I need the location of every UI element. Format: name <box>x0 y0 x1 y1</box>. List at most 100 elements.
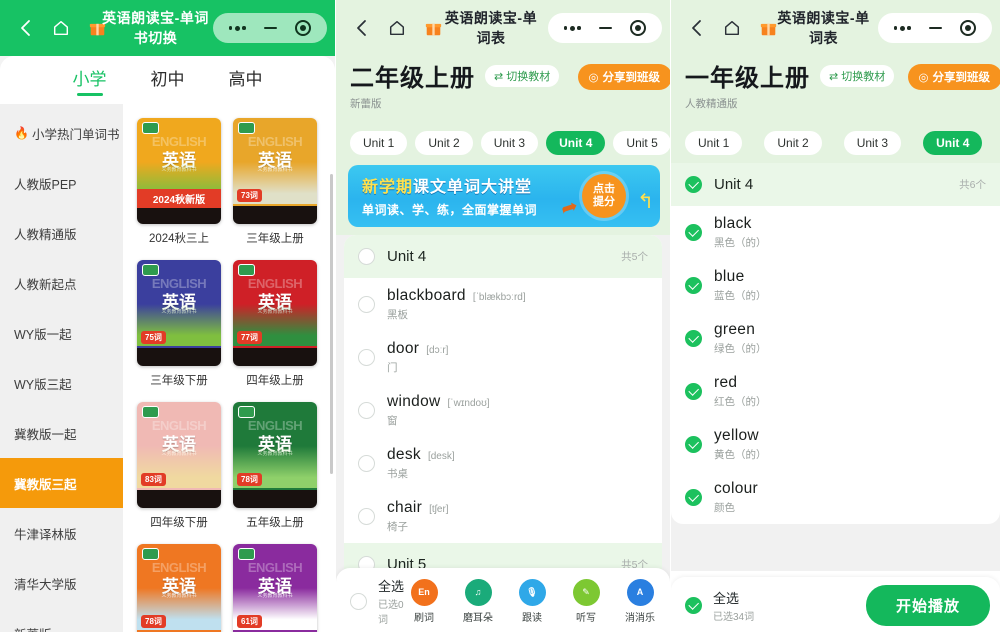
book-card[interactable]: ENGLISH英语义务教育教科书75词三年级下册 <box>137 260 221 388</box>
book-grid-scrollbar[interactable] <box>330 174 333 474</box>
home-icon[interactable] <box>386 17 408 39</box>
chevron-left-icon[interactable] <box>685 17 707 39</box>
word-checkbox[interactable] <box>685 277 702 294</box>
unit-pill-label: Unit 3 <box>493 136 526 150</box>
book-card[interactable]: ENGLISH英语义务教育教科书87词2024秋新版 2024秋三上 <box>137 118 221 246</box>
book-card[interactable]: ENGLISH英语义务教育教科书78词五年级下册 <box>137 544 221 632</box>
publisher-item-9[interactable]: 清华大学版 <box>0 558 123 608</box>
publisher-item-2[interactable]: 人教精通版 <box>0 208 123 258</box>
word-checkbox[interactable] <box>358 296 375 313</box>
target-circle-icon[interactable] <box>288 15 318 41</box>
mid-unit-pill-2[interactable]: Unit 2 <box>415 131 473 155</box>
minimize-icon[interactable] <box>590 15 620 41</box>
word-row[interactable]: black 黑色（的） <box>671 206 1000 259</box>
select-all-control[interactable]: 全选 已选0词 <box>350 576 404 626</box>
word-checkbox[interactable] <box>685 224 702 241</box>
publisher-item-6[interactable]: 冀教版一起 <box>0 408 123 458</box>
select-all-label: 全选 <box>378 579 405 594</box>
right-unit-pill-4[interactable]: Unit 4 <box>923 131 983 155</box>
mid-unit-section-header[interactable]: Unit 4 共5个 <box>344 235 662 278</box>
book-card[interactable]: ENGLISH英语义务教育教科书73词三年级上册 <box>233 118 317 246</box>
switch-textbook-button[interactable]: ⇄ 切换教材 <box>485 65 560 87</box>
unit-checkbox[interactable] <box>358 248 375 265</box>
word-phonetic: [ˈblækbɔːrd] <box>472 292 526 303</box>
publisher-item-8[interactable]: 牛津译林版 <box>0 508 123 558</box>
mid-unit-pill-5[interactable]: Unit 5 <box>613 131 670 155</box>
book-card[interactable]: ENGLISH英语义务教育教科书77词四年级上册 <box>233 260 317 388</box>
right-unit-pill-2[interactable]: Unit 2 <box>764 131 822 155</box>
select-all-checkbox[interactable] <box>685 597 702 614</box>
switch-textbook-button[interactable]: ⇄ 切换教材 <box>820 65 895 87</box>
word-checkbox[interactable] <box>358 349 375 366</box>
share-to-class-button[interactable]: ◎ 分享到班级 <box>578 64 670 90</box>
target-circle-icon[interactable] <box>953 15 983 41</box>
tab-label: 高中 <box>228 69 263 89</box>
promo-banner[interactable]: 新学期课文单词大讲堂 单词读、学、练，全面掌握单词 ➦ 点击 提分 ↰ <box>348 165 660 227</box>
word-row[interactable]: chair [tʃer] 椅子 <box>344 490 662 543</box>
tab-senior[interactable]: 高中 <box>229 65 263 96</box>
select-all-control[interactable]: 全选 已选34词 <box>685 588 754 623</box>
book-card[interactable]: ENGLISH英语义务教育教科书61词六年级上册 <box>233 544 317 632</box>
word-row[interactable]: window [ˈwɪndoʊ] 窗 <box>344 384 662 437</box>
home-icon[interactable] <box>721 17 743 39</box>
word-row[interactable]: desk [desk] 书桌 <box>344 437 662 490</box>
right-unit-pill-1[interactable]: Unit 1 <box>685 131 743 155</box>
publisher-item-0[interactable]: 🔥 小学热门单词书 <box>0 108 123 158</box>
word-checkbox[interactable] <box>358 402 375 419</box>
right-unit-pill-3[interactable]: Unit 3 <box>843 131 902 155</box>
tool-button[interactable]: 🎙 跟读 <box>512 578 552 624</box>
home-icon[interactable] <box>50 17 72 39</box>
word-checkbox[interactable] <box>358 455 375 472</box>
tool-label: 跟读 <box>522 612 542 624</box>
word-checkbox[interactable] <box>358 508 375 525</box>
word-checkbox[interactable] <box>685 383 702 400</box>
word-row[interactable]: door [dɔːr] 门 <box>344 331 662 384</box>
word-checkbox[interactable] <box>685 330 702 347</box>
publisher-item-10[interactable]: 新蕾版 <box>0 608 123 632</box>
minimize-icon[interactable] <box>255 15 285 41</box>
publisher-item-7[interactable]: 冀教版三起 <box>0 458 123 508</box>
publisher-item-3[interactable]: 人教新起点 <box>0 258 123 308</box>
word-row[interactable]: yellow 黄色（的） <box>671 418 1000 471</box>
tool-button[interactable]: ✎ 听写 <box>566 578 606 624</box>
unit-checkbox[interactable] <box>685 176 702 193</box>
publisher-label: 新蕾版 <box>14 624 52 632</box>
book-card[interactable]: ENGLISH英语义务教育教科书78词五年级上册 <box>233 402 317 530</box>
right-unit-section-header[interactable]: Unit 4 共6个 <box>671 163 1000 206</box>
book-card[interactable]: ENGLISH英语义务教育教科书83词四年级下册 <box>137 402 221 530</box>
tool-button[interactable]: A 消消乐 <box>620 578 660 624</box>
tab-primary[interactable]: 小学 <box>73 65 107 96</box>
more-dots-icon[interactable] <box>222 15 252 41</box>
target-circle-icon[interactable] <box>623 15 653 41</box>
cover-seal-icon <box>142 264 159 276</box>
publisher-item-1[interactable]: 人教版PEP <box>0 158 123 208</box>
mid-unit-pill-1[interactable]: Unit 1 <box>350 131 408 155</box>
word-checkbox[interactable] <box>685 436 702 453</box>
share-to-class-button[interactable]: ◎ 分享到班级 <box>908 64 1000 90</box>
tab-junior[interactable]: 初中 <box>151 65 185 96</box>
publisher-item-5[interactable]: WY版三起 <box>0 358 123 408</box>
select-all-checkbox[interactable] <box>350 592 367 610</box>
word-row[interactable]: blackboard [ˈblækbɔːrd] 黑板 <box>344 278 662 331</box>
word-content: yellow 黄色（的） <box>714 427 767 462</box>
tool-button[interactable]: En 刷词 <box>404 578 444 624</box>
mid-unit-pill-4[interactable]: Unit 4 <box>546 131 606 155</box>
right-bottom-bar: 全选 已选34词 开始播放 <box>671 577 1000 632</box>
word-row[interactable]: green 绿色（的） <box>671 312 1000 365</box>
word-row[interactable]: red 红色（的） <box>671 365 1000 418</box>
more-dots-icon[interactable] <box>887 15 917 41</box>
cover-word-count-badge: 61词 <box>237 615 262 628</box>
word-content: blackboard [ˈblækbɔːrd] 黑板 <box>387 287 526 322</box>
mid-unit-pill-3[interactable]: Unit 3 <box>480 131 539 155</box>
chevron-left-icon[interactable] <box>350 17 372 39</box>
start-play-button[interactable]: 开始播放 <box>865 585 990 626</box>
word-row[interactable]: colour 颜色 <box>671 471 1000 524</box>
publisher-item-4[interactable]: WY版一起 <box>0 308 123 358</box>
banner-cta-button[interactable]: 点击 提分 <box>582 174 626 218</box>
tool-button[interactable]: ♫ 磨耳朵 <box>458 578 498 624</box>
chevron-left-icon[interactable] <box>14 17 36 39</box>
word-checkbox[interactable] <box>685 489 702 506</box>
more-dots-icon[interactable] <box>557 15 587 41</box>
word-row[interactable]: blue 蓝色（的） <box>671 259 1000 312</box>
minimize-icon[interactable] <box>920 15 950 41</box>
